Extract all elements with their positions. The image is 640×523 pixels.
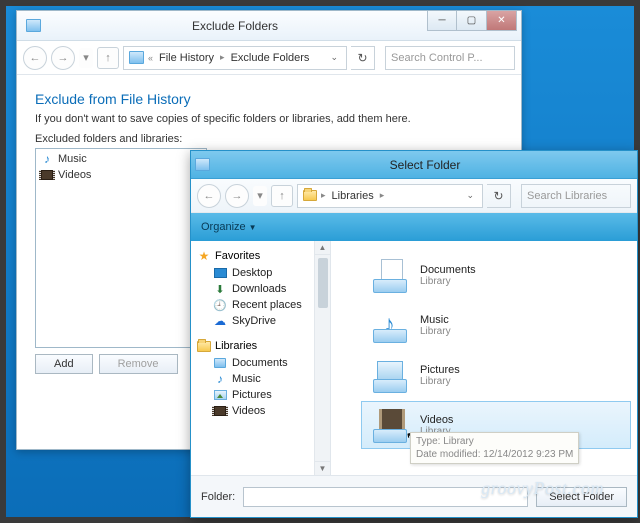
search-input[interactable]: Search Libraries bbox=[521, 184, 631, 208]
dialog-footer: Folder: Select Folder bbox=[191, 475, 637, 517]
library-item-music[interactable]: ♪ MusicLibrary bbox=[361, 301, 631, 349]
folder-label: Folder: bbox=[201, 491, 235, 503]
crumb-dropdown-icon[interactable]: ⌄ bbox=[460, 190, 480, 201]
window-title: Exclude Folders bbox=[43, 19, 427, 33]
documents-icon bbox=[213, 356, 227, 370]
forward-button[interactable]: → bbox=[51, 46, 75, 70]
video-icon bbox=[368, 406, 410, 444]
folder-name-input[interactable] bbox=[243, 487, 528, 507]
sidebar-item-desktop[interactable]: Desktop bbox=[197, 265, 326, 281]
nav-pane: ★ Favorites Desktop ⬇Downloads 🕘Recent p… bbox=[191, 241, 331, 475]
chevron-icon: « bbox=[147, 53, 154, 63]
search-input[interactable]: Search Control P... bbox=[385, 46, 515, 70]
clock-icon: 🕘 bbox=[213, 298, 227, 312]
sidebar-group-libraries[interactable]: Libraries bbox=[197, 337, 326, 355]
video-icon bbox=[213, 404, 227, 418]
sidebar-item-videos[interactable]: Videos bbox=[197, 403, 326, 419]
chevron-icon: ▸ bbox=[379, 190, 386, 201]
excluded-listbox[interactable]: ♪ Music Videos bbox=[35, 148, 207, 348]
crumb-file-history[interactable]: File History bbox=[154, 50, 219, 66]
minimize-button[interactable]: ─ bbox=[427, 11, 457, 31]
star-icon: ★ bbox=[197, 249, 211, 263]
library-item-pictures[interactable]: PicturesLibrary bbox=[361, 351, 631, 399]
sidebar-item-downloads[interactable]: ⬇Downloads bbox=[197, 281, 326, 297]
documents-icon bbox=[368, 256, 410, 294]
sidebar-group-favorites[interactable]: ★ Favorites bbox=[197, 247, 326, 265]
nav-toolbar: ← → ▾ ↑ « File History ▸ Exclude Folders… bbox=[17, 41, 521, 75]
sidebar-item-music[interactable]: ♪Music bbox=[197, 371, 326, 387]
list-item-label: Music bbox=[58, 153, 87, 165]
window-icon bbox=[191, 158, 213, 171]
libraries-icon bbox=[197, 339, 211, 353]
refresh-button[interactable]: ↻ bbox=[351, 46, 375, 70]
forward-button[interactable]: → bbox=[225, 184, 249, 208]
list-item[interactable]: Videos bbox=[38, 167, 204, 183]
nav-toolbar: ← → ▾ ↑ ▸ Libraries ▸ ⌄ ↻ Search Librari… bbox=[191, 179, 637, 213]
add-button[interactable]: Add bbox=[35, 354, 93, 374]
scroll-down-icon[interactable]: ▼ bbox=[315, 461, 330, 475]
up-button[interactable]: ↑ bbox=[271, 185, 293, 207]
breadcrumb[interactable]: « File History ▸ Exclude Folders ⌄ bbox=[123, 46, 347, 70]
pictures-icon bbox=[368, 356, 410, 394]
scroll-thumb[interactable] bbox=[318, 258, 328, 308]
up-button[interactable]: ↑ bbox=[97, 47, 119, 69]
sidebar-item-documents[interactable]: Documents bbox=[197, 355, 326, 371]
music-icon: ♪ bbox=[213, 372, 227, 386]
titlebar: Select Folder bbox=[191, 151, 637, 179]
pictures-icon bbox=[213, 388, 227, 402]
back-button[interactable]: ← bbox=[197, 184, 221, 208]
desktop: Exclude Folders ─ ▢ ✕ ← → ▾ ↑ « File His… bbox=[6, 6, 634, 517]
cloud-icon: ☁ bbox=[213, 314, 227, 328]
list-item[interactable]: ♪ Music bbox=[38, 151, 204, 167]
organize-menu[interactable]: Organize ▼ bbox=[201, 221, 257, 233]
sidebar-item-recent[interactable]: 🕘Recent places bbox=[197, 297, 326, 313]
music-icon: ♪ bbox=[40, 152, 54, 166]
crumb-exclude-folders[interactable]: Exclude Folders bbox=[226, 50, 315, 66]
video-icon bbox=[40, 168, 54, 182]
crumb-libraries[interactable]: Libraries bbox=[327, 188, 379, 204]
window-title: Select Folder bbox=[213, 158, 637, 172]
scrollbar[interactable]: ▲ ▼ bbox=[314, 241, 330, 475]
music-icon: ♪ bbox=[368, 306, 410, 344]
command-bar: Organize ▼ bbox=[191, 213, 637, 241]
list-item-label: Videos bbox=[58, 169, 91, 181]
downloads-icon: ⬇ bbox=[213, 282, 227, 296]
scroll-up-icon[interactable]: ▲ bbox=[315, 241, 330, 255]
list-label: Excluded folders and libraries: bbox=[35, 133, 503, 145]
page-heading: Exclude from File History bbox=[35, 91, 503, 107]
titlebar: Exclude Folders ─ ▢ ✕ bbox=[17, 11, 521, 41]
sidebar-item-skydrive[interactable]: ☁SkyDrive bbox=[197, 313, 326, 329]
breadcrumb[interactable]: ▸ Libraries ▸ ⌄ bbox=[297, 184, 483, 208]
chevron-down-icon: ▼ bbox=[249, 223, 257, 232]
library-item-videos[interactable]: VideosLibrary ↖ Type: Library Date modif… bbox=[361, 401, 631, 449]
desktop-icon bbox=[213, 266, 227, 280]
items-view: DocumentsLibrary ♪ MusicLibrary Pictures… bbox=[331, 241, 637, 475]
close-button[interactable]: ✕ bbox=[487, 11, 517, 31]
refresh-button[interactable]: ↻ bbox=[487, 184, 511, 208]
sidebar-item-pictures[interactable]: Pictures bbox=[197, 387, 326, 403]
recent-dropdown[interactable]: ▾ bbox=[79, 48, 93, 68]
select-folder-dialog: Select Folder ← → ▾ ↑ ▸ Libraries ▸ ⌄ ↻ … bbox=[190, 150, 638, 518]
maximize-button[interactable]: ▢ bbox=[457, 11, 487, 31]
back-button[interactable]: ← bbox=[23, 46, 47, 70]
crumb-dropdown-icon[interactable]: ⌄ bbox=[324, 52, 344, 63]
page-subtitle: If you don't want to save copies of spec… bbox=[35, 113, 503, 125]
library-item-documents[interactable]: DocumentsLibrary bbox=[361, 251, 631, 299]
remove-button[interactable]: Remove bbox=[99, 354, 178, 374]
folder-icon bbox=[303, 190, 317, 201]
recent-dropdown[interactable]: ▾ bbox=[253, 186, 267, 206]
tooltip: Type: Library Date modified: 12/14/2012 … bbox=[410, 432, 579, 464]
window-icon bbox=[23, 19, 43, 32]
select-folder-button[interactable]: Select Folder bbox=[536, 487, 627, 507]
path-root-icon bbox=[129, 51, 144, 64]
